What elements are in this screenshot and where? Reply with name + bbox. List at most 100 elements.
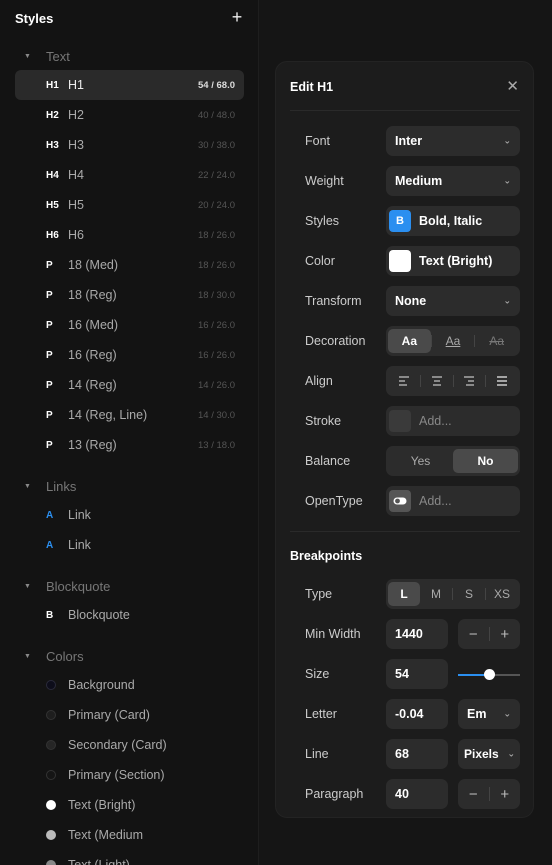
style-tag: P: [46, 409, 53, 421]
style-tag: P: [46, 289, 53, 301]
style-size-meta: 14 / 30.0: [198, 409, 235, 421]
color-row[interactable]: Text (Bright): [15, 790, 244, 820]
style-row[interactable]: P 16 (Reg) 16 / 26.0: [15, 340, 244, 370]
section-text[interactable]: ▼ Text: [24, 47, 70, 65]
breakpoint-xs-option[interactable]: XS: [486, 582, 518, 606]
weight-value: Medium: [395, 174, 443, 188]
color-field[interactable]: Text (Bright): [386, 246, 520, 276]
min-width-label: Min Width: [305, 627, 361, 641]
style-row[interactable]: H3 H3 30 / 38.0: [15, 130, 244, 160]
styles-label: Styles: [305, 214, 340, 228]
stroke-swatch: [389, 410, 411, 432]
balance-yes-option[interactable]: Yes: [388, 449, 453, 473]
style-name: 14 (Reg, Line): [68, 408, 148, 422]
style-name: Link: [68, 538, 91, 552]
style-size-meta: 16 / 26.0: [198, 319, 235, 331]
style-tag: P: [46, 439, 53, 451]
style-tag: H1: [46, 79, 59, 91]
opentype-field[interactable]: Add...: [386, 486, 520, 516]
letter-input[interactable]: -0.04: [386, 699, 448, 729]
color-dot: [46, 740, 56, 750]
decoration-underline-option[interactable]: Aa: [432, 329, 475, 353]
color-dot: [46, 680, 56, 690]
sidebar-title: Styles: [15, 11, 54, 26]
font-select[interactable]: Inter ⌄: [386, 126, 520, 156]
decoration-segmented: Aa Aa Aa: [386, 326, 520, 356]
style-row[interactable]: H2 H2 40 / 48.0: [15, 100, 244, 130]
breakpoint-s-option[interactable]: S: [453, 582, 485, 606]
plus-icon[interactable]: +: [229, 7, 245, 28]
paragraph-input[interactable]: 40: [386, 779, 448, 809]
style-name: H2: [68, 108, 84, 122]
style-row[interactable]: H6 H6 18 / 26.0: [15, 220, 244, 250]
style-row[interactable]: H1 H1 54 / 68.0: [15, 70, 244, 100]
minus-icon[interactable]: −: [458, 626, 489, 643]
plus-icon[interactable]: +: [490, 626, 521, 643]
chevron-down-icon: ⌄: [503, 135, 511, 146]
sidebar-header: Styles +: [15, 7, 245, 27]
style-row[interactable]: P 14 (Reg, Line) 14 / 30.0: [15, 400, 244, 430]
min-width-input[interactable]: 1440: [386, 619, 448, 649]
decoration-none-option[interactable]: Aa: [388, 329, 431, 353]
style-name: H1: [68, 78, 84, 92]
align-center-icon[interactable]: [421, 369, 453, 393]
close-icon[interactable]: ✕: [506, 77, 519, 95]
line-unit-select[interactable]: Pixels ⌄: [458, 739, 520, 769]
color-row[interactable]: Text (Medium: [15, 820, 244, 850]
plus-icon[interactable]: +: [490, 786, 521, 803]
style-size-meta: 18 / 26.0: [198, 259, 235, 271]
align-left-icon[interactable]: [388, 369, 420, 393]
style-row[interactable]: B Blockquote: [15, 600, 244, 630]
decoration-strike-option[interactable]: Aa: [475, 329, 518, 353]
balance-no-option[interactable]: No: [453, 449, 518, 473]
style-row[interactable]: P 18 (Med) 18 / 26.0: [15, 250, 244, 280]
style-row[interactable]: H4 H4 22 / 24.0: [15, 160, 244, 190]
style-row[interactable]: P 16 (Med) 16 / 26.0: [15, 310, 244, 340]
color-row[interactable]: Primary (Card): [15, 700, 244, 730]
style-size-meta: 20 / 24.0: [198, 199, 235, 211]
style-row[interactable]: P 13 (Reg) 13 / 18.0: [15, 430, 244, 460]
color-row[interactable]: Text (Light): [15, 850, 244, 865]
size-slider[interactable]: [458, 669, 520, 680]
letter-unit-select[interactable]: Em ⌄: [458, 699, 520, 729]
breakpoint-l-option[interactable]: L: [388, 582, 420, 606]
color-row[interactable]: Primary (Section): [15, 760, 244, 790]
color-name: Primary (Card): [68, 708, 150, 722]
style-row[interactable]: H5 H5 20 / 24.0: [15, 190, 244, 220]
minus-icon[interactable]: −: [458, 786, 489, 803]
color-row[interactable]: Background: [15, 670, 244, 700]
font-label: Font: [305, 134, 331, 148]
size-input[interactable]: 54: [386, 659, 448, 689]
size-label: Size: [305, 667, 330, 681]
section-links[interactable]: ▼ Links: [24, 477, 76, 495]
align-right-icon[interactable]: [454, 369, 486, 393]
line-unit-value: Pixels: [464, 747, 499, 761]
style-row[interactable]: P 18 (Reg) 18 / 30.0: [15, 280, 244, 310]
styles-field[interactable]: B Bold, Italic: [386, 206, 520, 236]
stroke-field[interactable]: Add...: [386, 406, 520, 436]
color-name: Secondary (Card): [68, 738, 167, 752]
caret-down-icon: ▼: [24, 652, 31, 660]
letter-label: Letter: [305, 707, 337, 721]
breakpoint-m-option[interactable]: M: [420, 582, 452, 606]
style-tag: P: [46, 379, 53, 391]
section-colors[interactable]: ▼ Colors: [24, 647, 84, 665]
weight-select[interactable]: Medium ⌄: [386, 166, 520, 196]
min-width-value: 1440: [395, 627, 423, 641]
style-row[interactable]: P 14 (Reg) 14 / 26.0: [15, 370, 244, 400]
letter-value: -0.04: [395, 707, 424, 721]
transform-select[interactable]: None ⌄: [386, 286, 520, 316]
divider: [290, 110, 520, 111]
style-row[interactable]: A Link: [15, 530, 244, 560]
section-blockquote[interactable]: ▼ Blockquote: [24, 577, 110, 595]
color-dot: [46, 860, 56, 865]
style-row[interactable]: A Link: [15, 500, 244, 530]
line-input[interactable]: 68: [386, 739, 448, 769]
align-justify-icon[interactable]: [486, 369, 518, 393]
slider-knob[interactable]: [484, 669, 495, 680]
opentype-placeholder: Add...: [419, 494, 452, 508]
balance-toggle: Yes No: [386, 446, 520, 476]
chevron-down-icon: ⌄: [503, 708, 511, 719]
panel-title: Edit H1: [290, 80, 334, 94]
color-row[interactable]: Secondary (Card): [15, 730, 244, 760]
